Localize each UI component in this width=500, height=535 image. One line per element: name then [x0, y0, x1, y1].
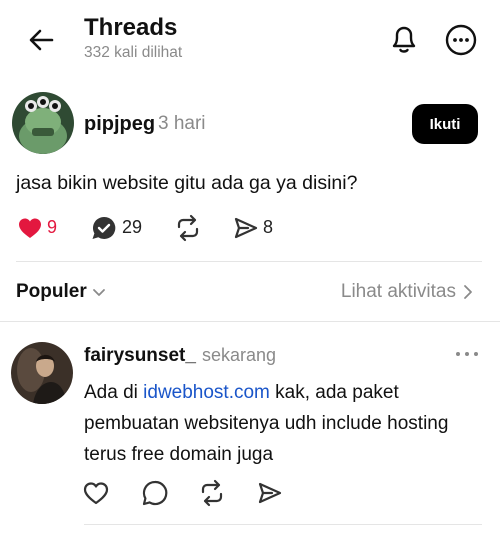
divider: [16, 261, 482, 262]
send-icon[interactable]: [256, 479, 284, 507]
divider: [0, 321, 500, 322]
reply-time: sekarang: [202, 345, 277, 365]
repost-icon[interactable]: [175, 214, 201, 242]
divider: [84, 524, 482, 525]
post-time: 3 hari: [158, 113, 206, 134]
reply-link[interactable]: idwebhost.com: [143, 382, 270, 403]
avatar[interactable]: [11, 342, 73, 404]
share-count: 8: [263, 217, 274, 237]
sort-dropdown[interactable]: Populer: [16, 281, 107, 303]
view-activity-label: Lihat aktivitas: [340, 281, 456, 302]
reply-author[interactable]: fairysunset_: [84, 345, 196, 367]
view-count: 332 kali dilihat: [84, 44, 183, 61]
follow-button[interactable]: Ikuti: [412, 104, 478, 144]
chevron-right-icon: [462, 283, 474, 301]
view-activity-link[interactable]: Lihat aktivitas: [341, 281, 474, 303]
reply-text: Ada di idwebhost.com kak, ada paket pemb…: [84, 377, 484, 470]
chevron-down-icon: [91, 284, 107, 300]
heart-filled-icon[interactable]: [17, 216, 43, 240]
reply-count: 29: [122, 217, 143, 237]
bell-icon[interactable]: [388, 22, 420, 56]
more-horizontal-icon[interactable]: [454, 348, 480, 360]
more-circle-icon[interactable]: [444, 23, 478, 57]
reply-text-before: Ada di: [84, 382, 144, 403]
page-title: Threads: [84, 14, 178, 41]
comment-icon[interactable]: [141, 479, 169, 507]
post-text: jasa bikin website gitu ada ga ya disini…: [16, 172, 358, 194]
heart-icon[interactable]: [82, 480, 110, 506]
post-author[interactable]: pipjpeg: [84, 113, 155, 136]
sort-label: Populer: [16, 281, 87, 302]
back-arrow-icon[interactable]: [26, 24, 58, 56]
reply-checked-icon[interactable]: [90, 215, 118, 241]
repost-icon[interactable]: [198, 478, 226, 508]
send-icon[interactable]: [233, 215, 259, 241]
like-count: 9: [47, 217, 58, 237]
avatar[interactable]: [12, 92, 74, 154]
